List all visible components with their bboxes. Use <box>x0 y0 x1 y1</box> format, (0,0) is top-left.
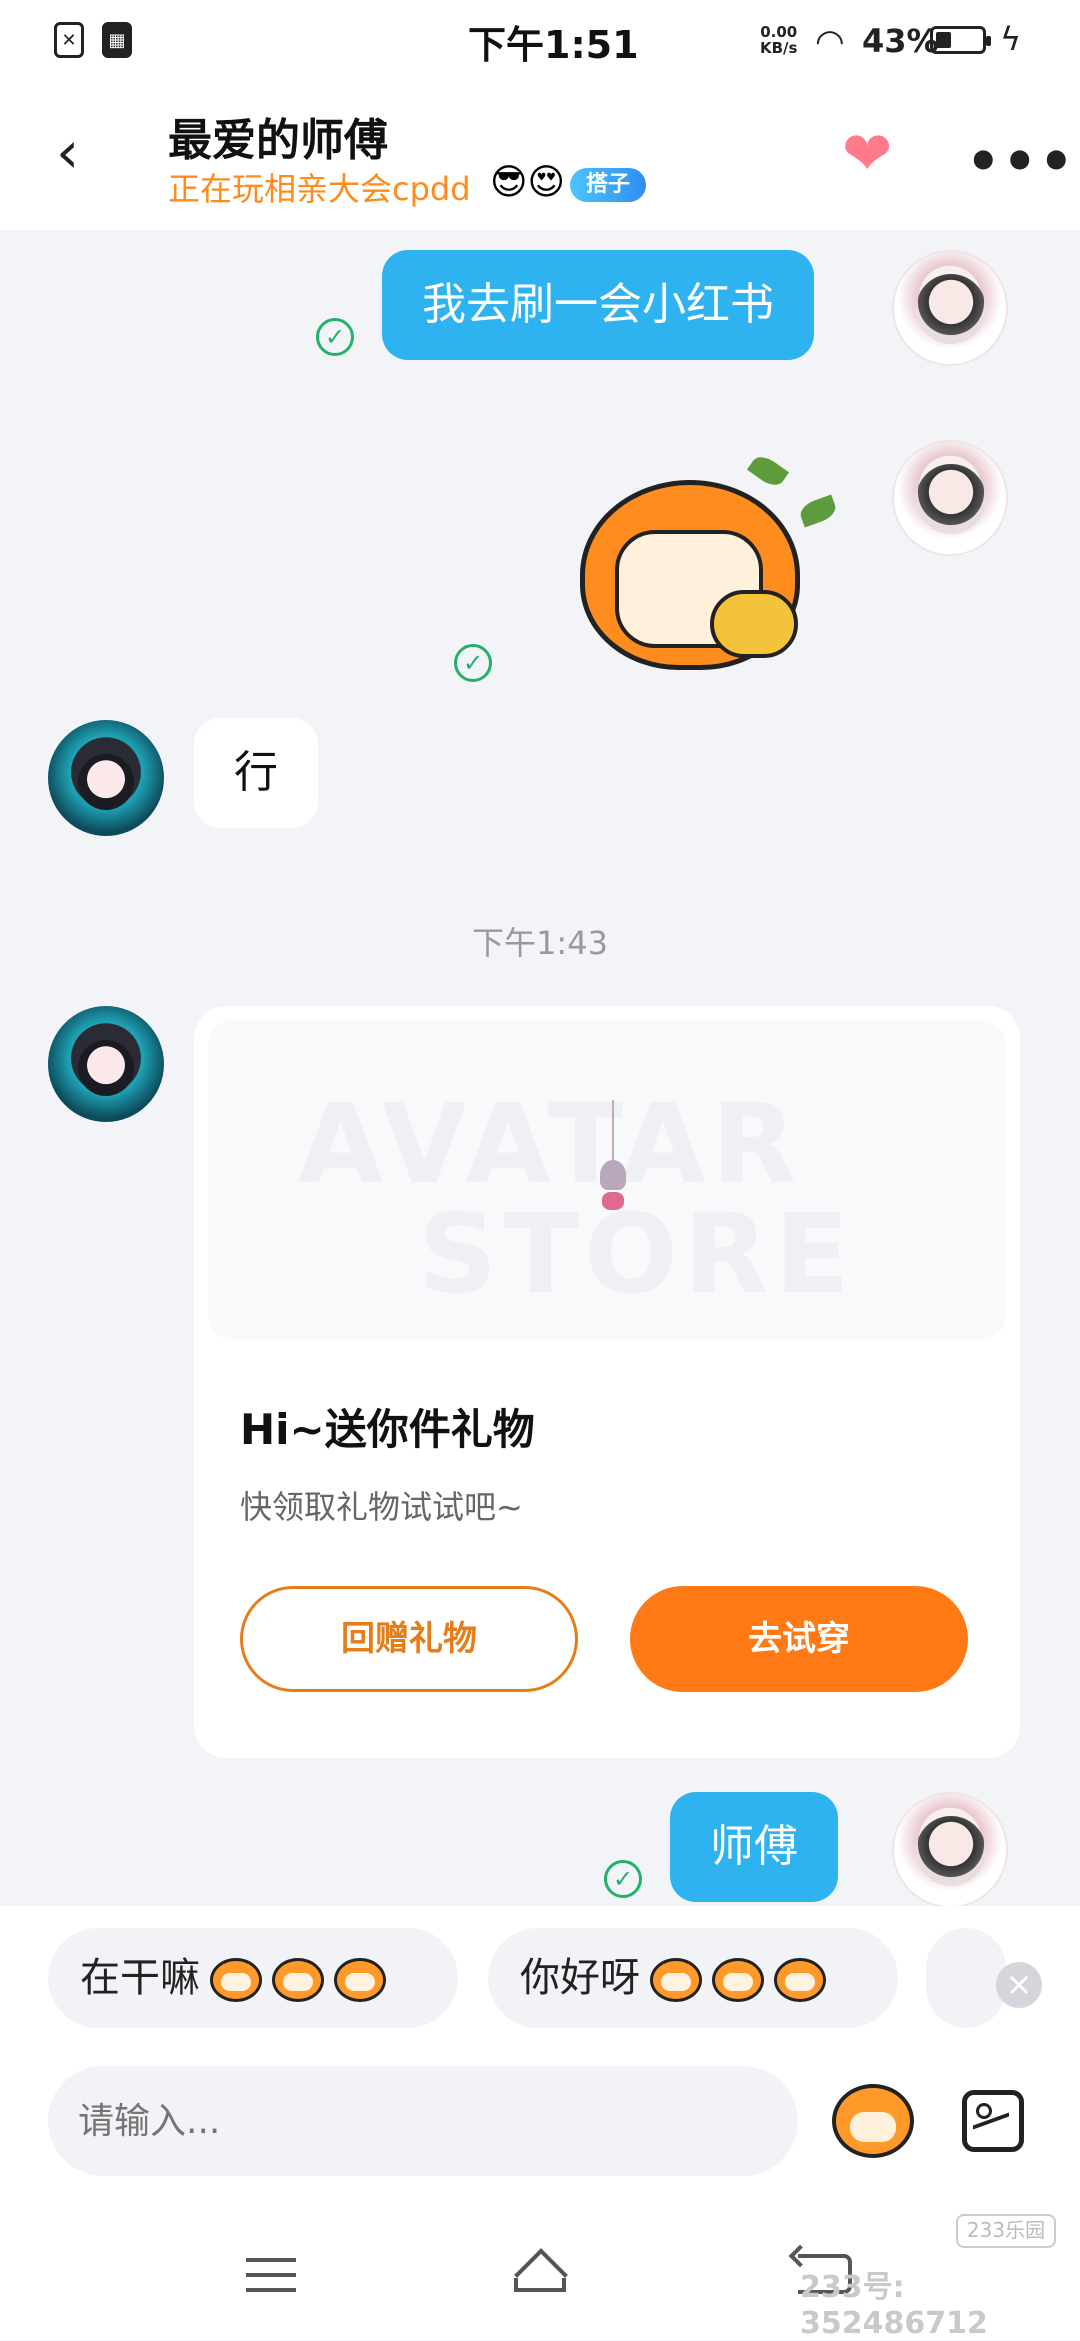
contact-avatar[interactable] <box>48 1006 164 1122</box>
quick-reply-bar: 在干嘛 你好呀 × <box>0 1906 1080 2066</box>
menu-icon[interactable] <box>246 2258 296 2292</box>
my-avatar[interactable] <box>892 440 1008 556</box>
charging-icon: ϟ <box>1000 20 1022 58</box>
message-bubble-me[interactable]: 我去刷一会小红书 <box>382 250 814 360</box>
chat-title: 最爱的师傅 <box>168 115 388 166</box>
monkey-emoji-icon <box>272 1958 324 2002</box>
more-menu-icon[interactable]: ••• <box>966 130 1076 193</box>
message-input[interactable] <box>48 2066 798 2176</box>
hearts-icon[interactable]: ❤ <box>842 124 892 184</box>
quick-reply-text: 你好呀 <box>520 1955 640 2001</box>
system-nav-bar: 233乐园 233号: 352486712 <box>0 2206 1080 2341</box>
monkey-emoji-icon <box>774 1958 826 2002</box>
wifi-icon: ◠ <box>815 22 845 62</box>
partner-badge[interactable]: 搭子 <box>570 168 647 202</box>
status-bar: ✕ ▦ 下午1:51 0.00 KB/s ◠ 43% ϟ <box>0 0 1080 80</box>
read-check-icon: ✓ <box>454 644 492 682</box>
message-timestamp: 下午1:43 <box>472 924 608 962</box>
back-button[interactable]: ‹ <box>56 123 96 181</box>
monkey-emoji-icon <box>210 1958 262 2002</box>
monkey-emoji-icon <box>712 1958 764 2002</box>
bell-pendant-icon <box>598 1100 628 1230</box>
read-check-icon: ✓ <box>604 1860 642 1898</box>
message-bubble-me[interactable]: 师傅 <box>670 1792 838 1902</box>
my-avatar[interactable] <box>892 1792 1008 1908</box>
gift-card-title: Hi~送你件礼物 <box>240 1405 535 1454</box>
contact-avatar[interactable] <box>48 720 164 836</box>
quick-reply-chip[interactable] <box>926 1928 1006 2028</box>
gift-preview-image[interactable]: AVATAR STORE <box>208 1020 1006 1340</box>
monkey-emoji-icon <box>334 1958 386 2002</box>
try-on-button[interactable]: 去试穿 <box>630 1586 968 1692</box>
monkey-sticker[interactable] <box>560 451 860 680</box>
gift-card: AVATAR STORE Hi~送你件礼物 快领取礼物试试吧~ 回赠礼物 去试穿 <box>194 1006 1020 1758</box>
id-watermark: 233号: 352486712 <box>800 2270 988 2341</box>
app-notification-icon: ▦ <box>102 22 132 58</box>
message-bubble-other[interactable]: 行 <box>194 718 318 828</box>
battery-icon <box>930 26 991 54</box>
brand-watermark: 233乐园 <box>956 2214 1056 2248</box>
quick-reply-chip[interactable]: 在干嘛 <box>48 1928 458 2028</box>
quick-reply-chip[interactable]: 你好呀 <box>488 1928 898 2028</box>
sticker-button[interactable] <box>832 2084 914 2158</box>
return-gift-button[interactable]: 回赠礼物 <box>240 1586 578 1692</box>
network-speed-value: 0.00 <box>760 23 798 41</box>
avatar-store-watermark: AVATAR <box>298 1080 803 1208</box>
avatar-store-watermark: STORE <box>418 1190 856 1318</box>
file-notification-icon: ✕ <box>54 22 84 58</box>
image-icon[interactable] <box>962 2090 1024 2152</box>
home-icon[interactable] <box>508 2250 572 2294</box>
read-check-icon: ✓ <box>316 318 354 356</box>
monkey-emoji-icon <box>650 1958 702 2002</box>
battery-percent: 43% <box>862 22 939 60</box>
my-avatar[interactable] <box>892 250 1008 366</box>
input-bar <box>0 2066 1080 2206</box>
network-speed: 0.00 KB/s <box>760 24 797 56</box>
cool-emoji-icon: 😎😍 <box>490 162 566 203</box>
chat-header: ‹ 最爱的师傅 正在玩相亲大会cpdd 😎😍 搭子 ❤ ••• <box>0 80 1080 230</box>
gift-card-subtitle: 快领取礼物试试吧~ <box>240 1488 523 1526</box>
quick-reply-text: 在干嘛 <box>80 1955 200 2001</box>
status-time: 下午1:51 <box>468 23 639 67</box>
network-speed-unit: KB/s <box>760 39 798 57</box>
notification-icons: ✕ ▦ <box>54 22 132 58</box>
activity-status: 正在玩相亲大会cpdd <box>168 170 471 208</box>
close-icon[interactable]: × <box>996 1962 1042 2008</box>
